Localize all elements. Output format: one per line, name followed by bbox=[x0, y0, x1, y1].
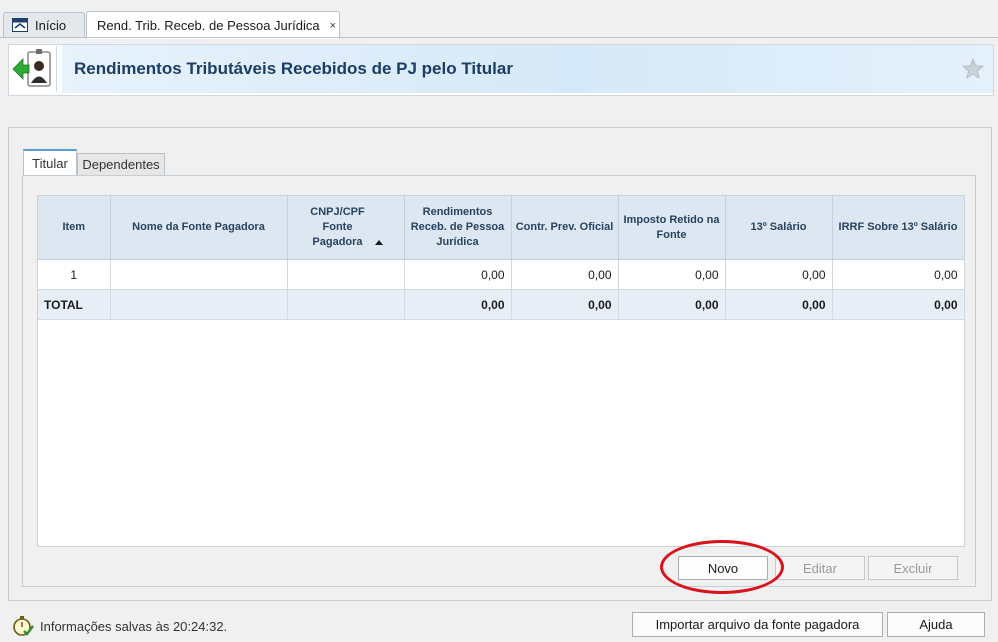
save-status: Informações salvas às 20:24:32. bbox=[12, 615, 227, 637]
cell-nome-fonte bbox=[110, 259, 288, 290]
import-file-button[interactable]: Importar arquivo da fonte pagadora bbox=[632, 612, 883, 637]
col-13-salario[interactable]: 13º Salário bbox=[725, 196, 833, 260]
star-icon[interactable] bbox=[961, 57, 985, 81]
rendimentos-table: Item Nome da Fonte Pagadora CNPJ/CPF Fon… bbox=[37, 195, 965, 547]
sort-ascending-icon bbox=[374, 239, 383, 245]
tab-rendimentos-pj[interactable]: Rend. Trib. Receb. de Pessoa Jurídica × bbox=[86, 11, 340, 39]
table-header-row: Item Nome da Fonte Pagadora CNPJ/CPF Fon… bbox=[38, 196, 965, 260]
total-row: TOTAL 0,00 0,00 0,00 0,00 0,00 bbox=[38, 289, 965, 320]
col-imposto-retido[interactable]: Imposto Retido na Fonte bbox=[618, 196, 726, 260]
total-irrf-13: 0,00 bbox=[832, 289, 965, 320]
tab-divider bbox=[0, 37, 998, 38]
main-panel: Titular Dependentes Item Nome da Fonte P… bbox=[8, 127, 992, 601]
tab-titular-label: Titular bbox=[32, 156, 68, 171]
highlight-ellipse bbox=[660, 540, 784, 594]
col-item[interactable]: Item bbox=[38, 196, 111, 260]
table-row[interactable]: 1 0,00 0,00 0,00 0,00 0,00 bbox=[38, 259, 965, 290]
stopwatch-check-icon bbox=[12, 615, 34, 637]
tab-dependentes[interactable]: Dependentes bbox=[77, 153, 165, 175]
col-rendimentos[interactable]: Rendimentos Receb. de Pessoa Jurídica bbox=[404, 196, 512, 260]
cell-item: 1 bbox=[38, 259, 111, 290]
col-contr-prev[interactable]: Contr. Prev. Oficial bbox=[511, 196, 619, 260]
col-irrf-13[interactable]: IRRF Sobre 13º Salário bbox=[832, 196, 965, 260]
col-cnpj-cpf-label: CNPJ/CPF Fonte Pagadora bbox=[310, 206, 365, 248]
total-cnpj-cpf bbox=[287, 289, 405, 320]
excluir-button[interactable]: Excluir bbox=[868, 556, 958, 580]
tab-inicio-label: Início bbox=[35, 17, 67, 33]
cell-contr-prev: 0,00 bbox=[511, 259, 619, 290]
cell-irrf-13: 0,00 bbox=[832, 259, 965, 290]
col-nome-fonte[interactable]: Nome da Fonte Pagadora bbox=[110, 196, 288, 260]
editar-button[interactable]: Editar bbox=[775, 556, 865, 580]
home-icon bbox=[12, 18, 28, 32]
total-rendimentos: 0,00 bbox=[404, 289, 512, 320]
close-icon[interactable]: × bbox=[330, 20, 336, 32]
tab-dependentes-label: Dependentes bbox=[82, 157, 160, 172]
col-cnpj-cpf[interactable]: CNPJ/CPF Fonte Pagadora bbox=[287, 196, 405, 260]
help-button[interactable]: Ajuda bbox=[887, 612, 985, 637]
total-contr-prev: 0,00 bbox=[511, 289, 619, 320]
total-nome-fonte bbox=[110, 289, 288, 320]
cell-cnpj-cpf bbox=[287, 259, 405, 290]
tab-rendimentos-pj-label: Rend. Trib. Receb. de Pessoa Jurídica bbox=[97, 18, 320, 33]
person-arrow-icon bbox=[10, 46, 57, 92]
cell-13-salario: 0,00 bbox=[725, 259, 833, 290]
header-band: Rendimentos Tributáveis Recebidos de PJ … bbox=[62, 45, 993, 93]
cell-rendimentos: 0,00 bbox=[404, 259, 512, 290]
total-imposto-retido: 0,00 bbox=[618, 289, 726, 320]
tab-inicio[interactable]: Início bbox=[3, 12, 85, 37]
tab-titular[interactable]: Titular bbox=[23, 149, 77, 176]
page-title: Rendimentos Tributáveis Recebidos de PJ … bbox=[74, 59, 513, 78]
cell-imposto-retido: 0,00 bbox=[618, 259, 726, 290]
total-13-salario: 0,00 bbox=[725, 289, 833, 320]
titular-content: Item Nome da Fonte Pagadora CNPJ/CPF Fon… bbox=[22, 175, 976, 587]
total-label: TOTAL bbox=[38, 289, 111, 320]
save-status-text: Informações salvas às 20:24:32. bbox=[40, 618, 228, 634]
page-header: Rendimentos Tributáveis Recebidos de PJ … bbox=[8, 44, 994, 96]
top-tab-bar: Início Rend. Trib. Receb. de Pessoa Jurí… bbox=[0, 0, 998, 39]
